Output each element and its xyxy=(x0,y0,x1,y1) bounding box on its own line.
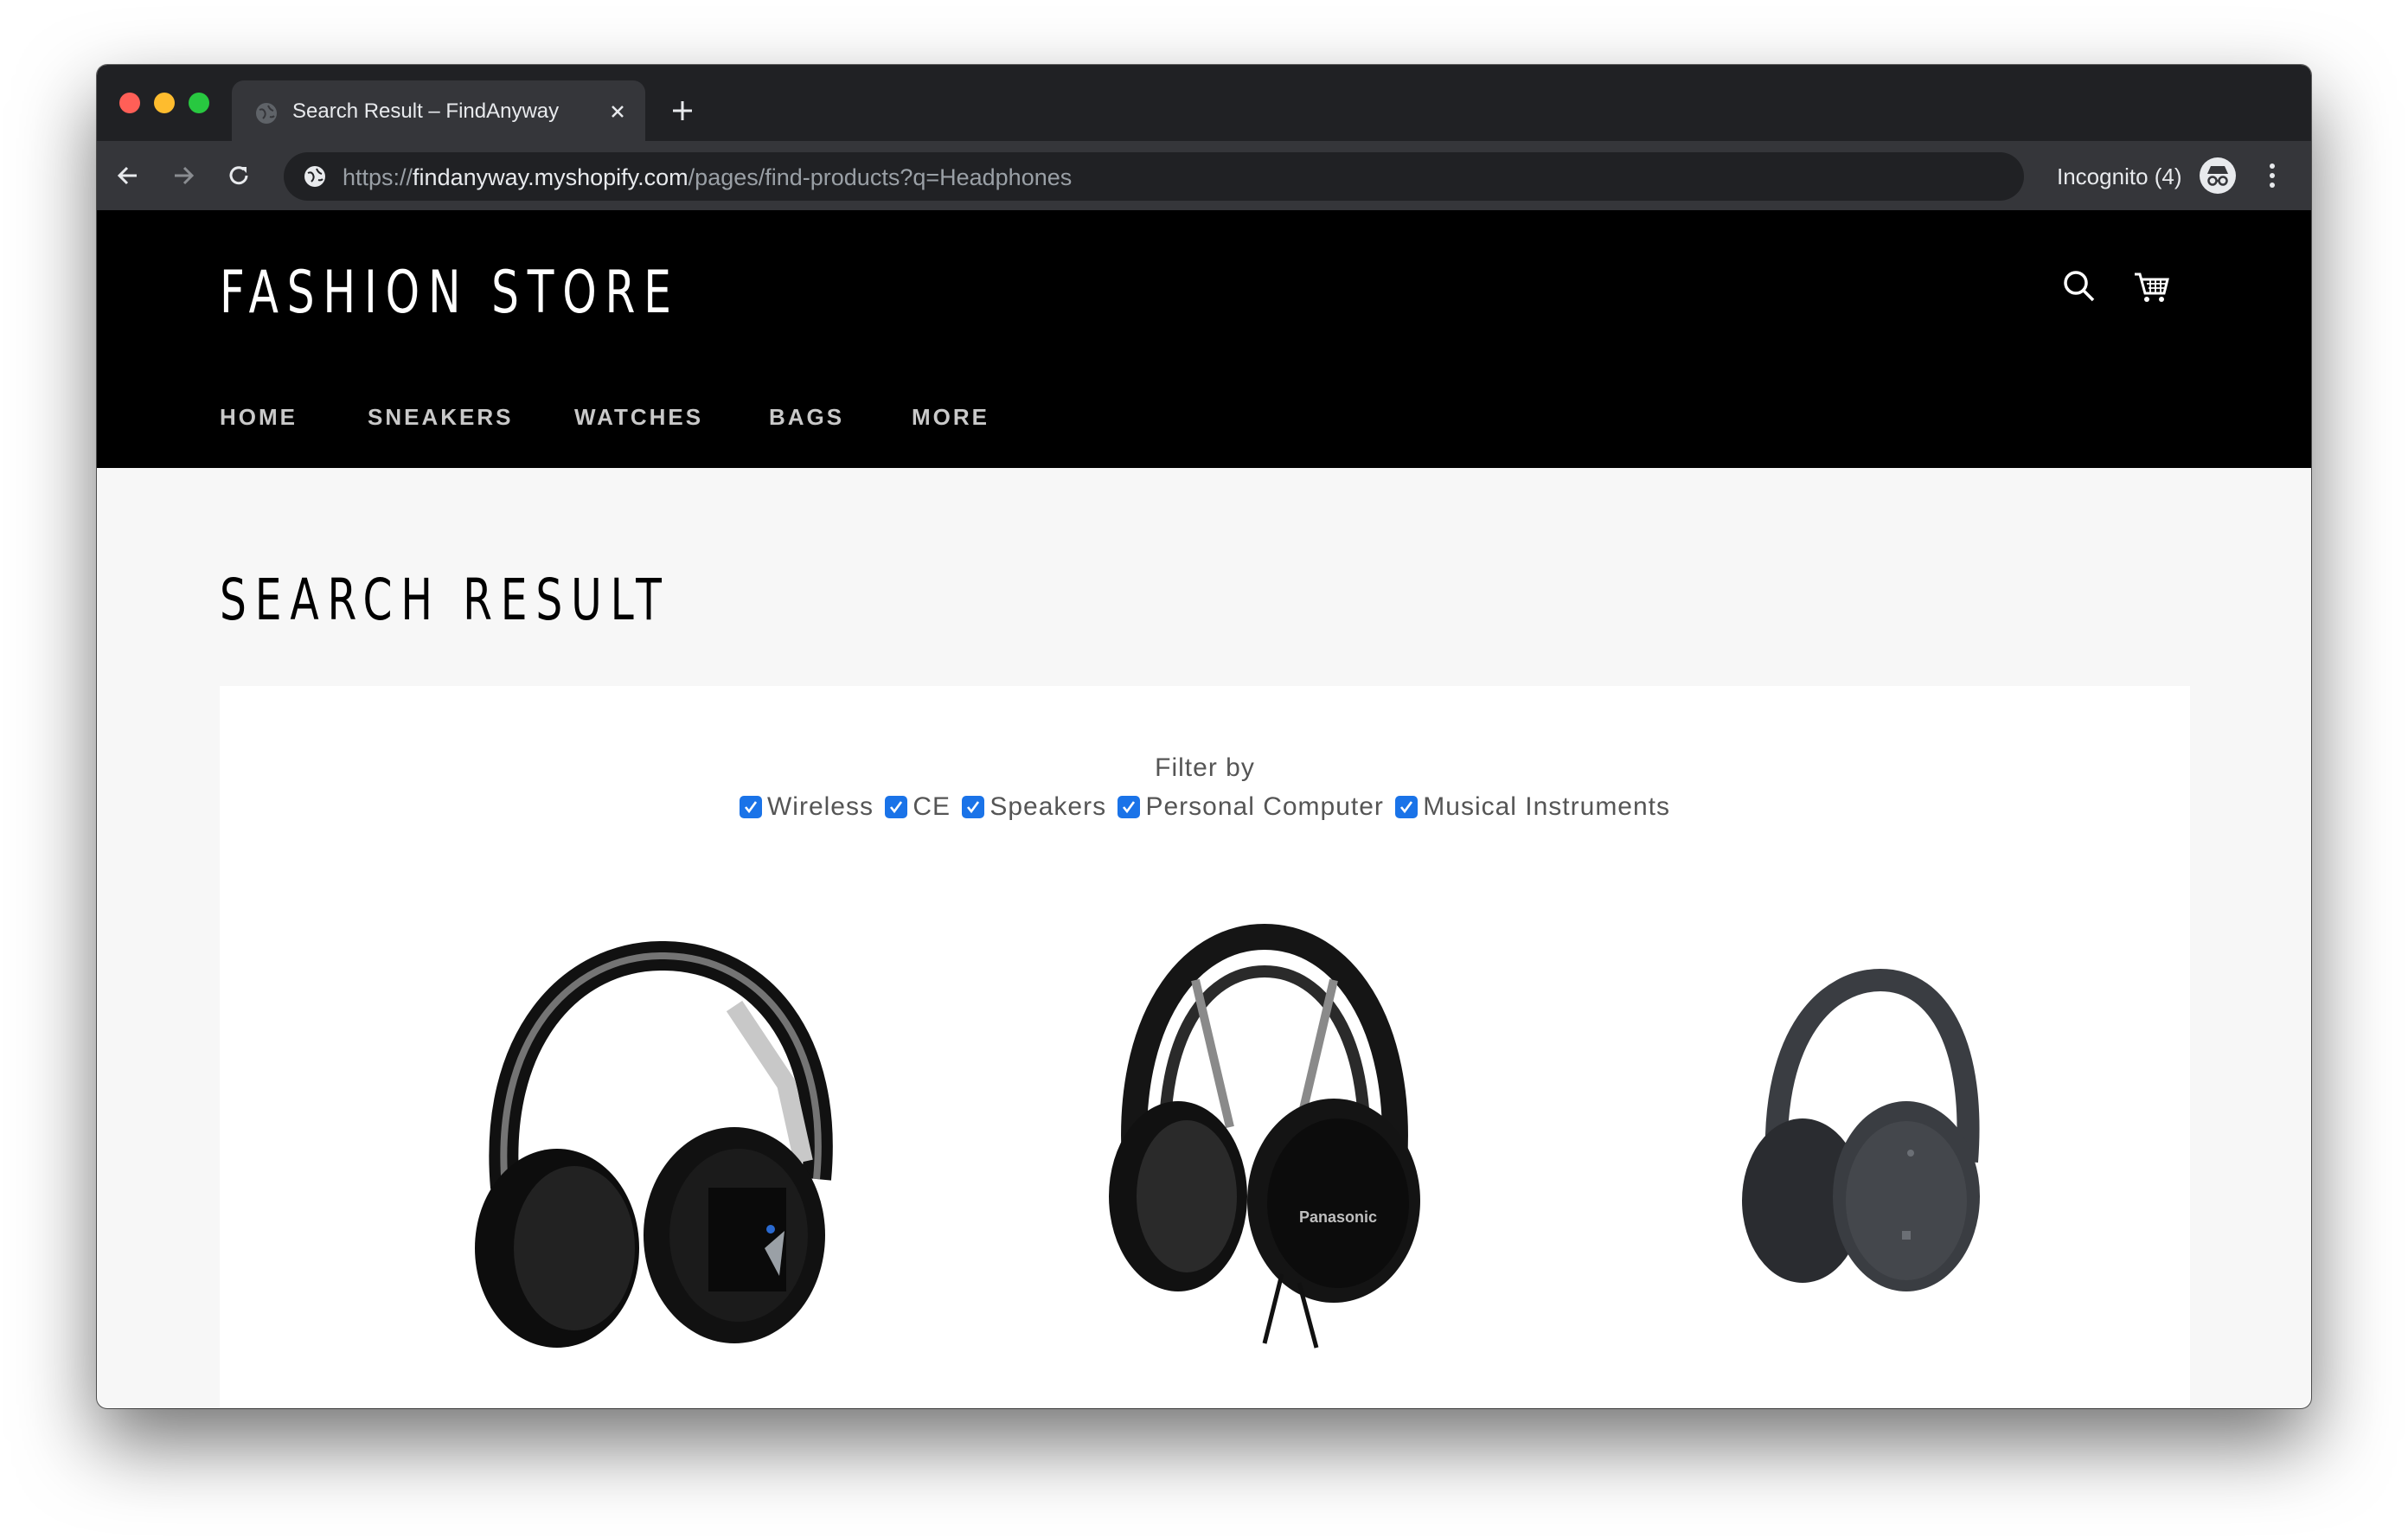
globe-icon xyxy=(304,166,325,187)
forward-arrow-icon[interactable] xyxy=(166,158,201,193)
filter-label-text: Personal Computer xyxy=(1145,792,1384,822)
filter-label-text: CE xyxy=(913,792,951,822)
close-window-button[interactable] xyxy=(119,93,140,113)
filter-musical-instruments[interactable]: Musical Instruments xyxy=(1395,792,1670,822)
url-scheme: https:// xyxy=(343,164,413,190)
filter-wireless[interactable]: Wireless xyxy=(739,792,874,822)
new-tab-icon[interactable] xyxy=(669,98,695,124)
product-image-headphones[interactable] xyxy=(1621,902,2105,1352)
close-icon[interactable] xyxy=(605,99,630,124)
page-title: SEARCH RESULT xyxy=(220,567,670,633)
incognito-label: Incognito (4) xyxy=(2057,163,2182,189)
checkbox-checked[interactable] xyxy=(885,796,908,819)
tab-title: Search Result – FindAnyway xyxy=(292,99,560,123)
tab-bar: Search Result – FindAnyway xyxy=(97,65,2311,141)
back-arrow-icon[interactable] xyxy=(111,158,145,193)
filter-speakers[interactable]: Speakers xyxy=(962,792,1106,822)
store-logo[interactable]: FASHION STORE xyxy=(220,259,680,327)
filter-options: Wireless CE Speakers Personal Computer M… xyxy=(220,791,2190,822)
checkbox-checked[interactable] xyxy=(1395,796,1419,819)
filter-label-text: Wireless xyxy=(766,792,874,822)
nav-watches[interactable]: WATCHES xyxy=(574,404,703,431)
filter-ce[interactable]: CE xyxy=(885,792,951,822)
reload-icon[interactable] xyxy=(221,158,256,193)
url-host: findanyway.myshopify.com xyxy=(413,164,688,190)
url-path: /pages/find-products?q=Headphones xyxy=(688,164,1073,190)
filter-label: Filter by xyxy=(1155,753,1255,782)
nav-sneakers[interactable]: SNEAKERS xyxy=(368,404,513,431)
globe-icon xyxy=(256,103,277,124)
minimize-window-button[interactable] xyxy=(154,93,175,113)
product-image-headphones[interactable]: Panasonic xyxy=(1022,902,1507,1352)
nav-home[interactable]: HOME xyxy=(220,404,298,431)
filter-label-text: Speakers xyxy=(989,792,1107,822)
product-card[interactable]: Panasonic xyxy=(1022,902,1507,1352)
results-panel: Filter by Wireless CE Speakers Personal … xyxy=(220,686,2190,1408)
main-nav: HOME SNEAKERS WATCHES BAGS MORE xyxy=(97,364,2311,468)
search-icon[interactable] xyxy=(2059,266,2100,307)
kebab-menu-icon[interactable] xyxy=(2259,160,2285,191)
filter-label-text: Musical Instruments xyxy=(1423,792,1671,822)
maximize-window-button[interactable] xyxy=(189,93,209,113)
product-image-headphones[interactable] xyxy=(423,902,907,1352)
browser-toolbar: https://findanyway.myshopify.com/pages/f… xyxy=(97,141,2311,210)
checkbox-checked[interactable] xyxy=(739,796,762,819)
checkbox-checked[interactable] xyxy=(962,796,985,819)
incognito-icon[interactable] xyxy=(2199,157,2237,195)
browser-window: Search Result – FindAnyway https://finda… xyxy=(97,65,2311,1408)
nav-more[interactable]: MORE xyxy=(912,404,989,431)
tab-active[interactable]: Search Result – FindAnyway xyxy=(232,80,645,141)
product-card[interactable] xyxy=(423,902,907,1352)
filter-personal-computer[interactable]: Personal Computer xyxy=(1118,792,1383,822)
cart-icon[interactable] xyxy=(2131,266,2173,307)
address-bar[interactable]: https://findanyway.myshopify.com/pages/f… xyxy=(284,152,2024,201)
store-header: FASHION STORE xyxy=(97,210,2311,365)
checkbox-checked[interactable] xyxy=(1118,796,1141,819)
url-text: https://findanyway.myshopify.com/pages/f… xyxy=(343,164,1072,191)
brand-mark: Panasonic xyxy=(1299,1208,1377,1226)
nav-bags[interactable]: BAGS xyxy=(769,404,844,431)
product-card[interactable] xyxy=(1621,902,2105,1352)
